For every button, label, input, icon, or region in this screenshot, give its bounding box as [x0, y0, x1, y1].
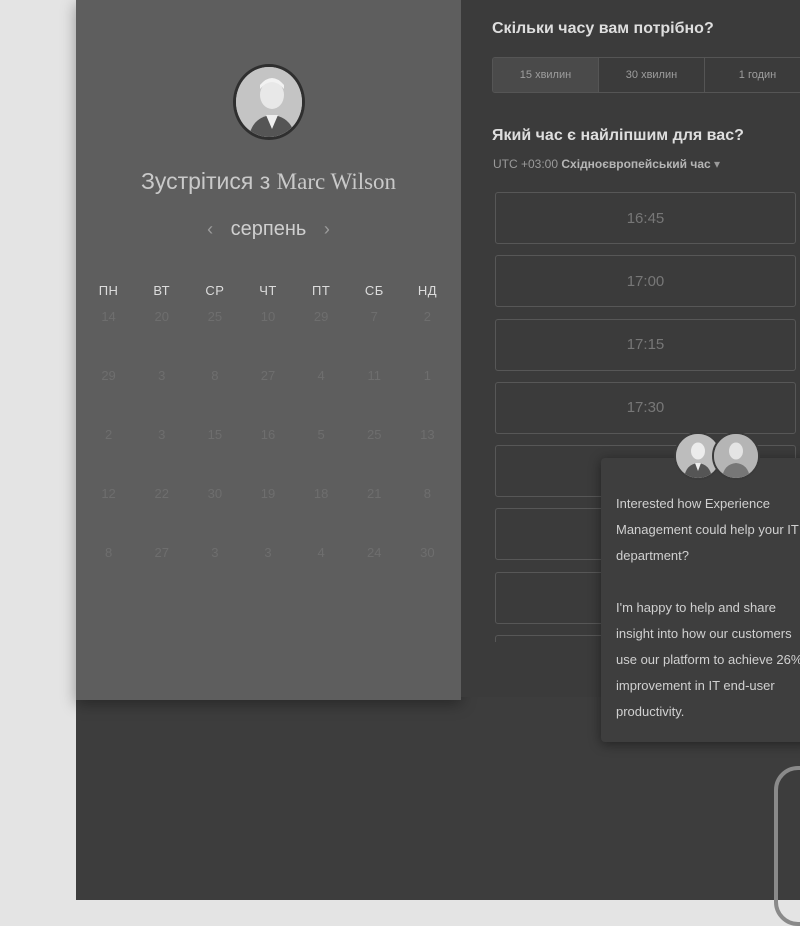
prev-month-button[interactable]: ‹ — [195, 219, 225, 240]
timezone-selector[interactable]: UTC +03:00 Східноєвропейський час ▾ — [493, 157, 720, 171]
calendar-day: 29 — [101, 368, 116, 383]
month-label: серпень — [230, 218, 307, 240]
time-slot[interactable]: 17:00 — [495, 255, 796, 308]
calendar-day: 3 — [211, 545, 219, 560]
weekday-label: СБ — [364, 283, 384, 298]
calendar-day: 8 — [211, 368, 219, 383]
calendar-day: 10 — [260, 309, 276, 324]
calendar-day: 29 — [313, 309, 329, 324]
weekday-label: ПТ — [311, 283, 331, 298]
calendar-day: 18 — [313, 486, 329, 501]
weekday-label: СР — [205, 283, 225, 298]
chat-message-intro: Interested how Experience Management cou… — [616, 496, 799, 563]
chat-agent-avatars — [674, 432, 764, 488]
calendar-day: 1 — [423, 368, 432, 383]
time-question: Який час є найліпшим для вас? — [492, 127, 744, 144]
calendar-day: 2 — [104, 427, 113, 442]
duration-question: Скільки часу вам потрібно? — [492, 20, 714, 37]
calendar-day: 19 — [260, 486, 276, 501]
timezone-name: Східноєвропейський час — [561, 157, 711, 171]
time-slot[interactable]: 17:30 — [495, 381, 796, 434]
weekday-header-row: ПН ВТ СР ЧТ ПТ СБ НД — [82, 283, 454, 303]
calendar-day: 8 — [423, 486, 432, 501]
calendar-day: 24 — [367, 545, 382, 560]
calendar-day: 27 — [260, 368, 276, 383]
calendar-day: 12 — [101, 486, 116, 501]
calendar-day: 4 — [317, 545, 325, 560]
chat-launcher-button[interactable] — [774, 766, 800, 926]
calendar-day: 2 — [423, 309, 432, 324]
calendar-week-row: 14 20 25 10 29 7 2 — [82, 309, 454, 368]
host-avatar — [233, 64, 305, 140]
calendar-day: 3 — [158, 427, 166, 442]
calendar-day: 3 — [158, 368, 166, 383]
chat-message: Interested how Experience Management cou… — [616, 491, 800, 751]
calendar-day: 25 — [207, 309, 223, 324]
calendar-day: 3 — [264, 545, 272, 560]
timezone-offset: UTC +03:00 — [493, 157, 559, 171]
calendar-day: 30 — [207, 486, 223, 501]
duration-option-30[interactable]: 30 хвилин — [599, 58, 705, 92]
duration-option-15[interactable]: 15 хвилин — [493, 58, 599, 92]
calendar-day: 8 — [104, 545, 113, 560]
calendar-day: 20 — [154, 309, 169, 324]
calendar-week-row: 12 22 30 19 18 21 8 — [82, 486, 454, 545]
weekday-label: ВТ — [153, 283, 171, 298]
month-navigation: ‹ серпень › — [76, 218, 461, 241]
time-slot[interactable]: 16:45 — [495, 192, 796, 244]
meeting-title: Зустрітися з Marc Wilson — [76, 168, 461, 195]
calendar-week-row: 8 27 3 3 4 24 30 — [82, 545, 454, 604]
duration-selector: 15 хвилин 30 хвилин 1 годин — [492, 57, 800, 93]
host-name: Marc Wilson — [276, 169, 397, 194]
chevron-down-icon: ▾ — [714, 157, 721, 171]
chat-agent-avatar — [712, 432, 760, 480]
calendar-grid: ПН ВТ СР ЧТ ПТ СБ НД 14 20 25 10 29 7 2 … — [82, 283, 454, 604]
calendar-day: 30 — [420, 545, 435, 560]
weekday-label: ПН — [98, 283, 119, 298]
calendar-day: 14 — [101, 309, 116, 324]
meeting-title-prefix: Зустрітися з — [140, 168, 271, 194]
calendar-day: 11 — [367, 368, 382, 383]
calendar-day: 27 — [154, 545, 169, 560]
calendar-day: 5 — [317, 427, 325, 442]
calendar-day: 25 — [367, 427, 382, 442]
weekday-label: ЧТ — [259, 283, 277, 298]
weekday-label: НД — [417, 283, 438, 298]
calendar-day: 4 — [317, 368, 325, 383]
calendar-day: 21 — [367, 486, 382, 501]
duration-option-60[interactable]: 1 годин — [705, 58, 800, 92]
chat-message-offer: I'm happy to help and share insight into… — [616, 600, 800, 719]
calendar-week-row: 2 3 15 16 5 25 13 — [82, 427, 454, 486]
next-month-button[interactable]: › — [312, 219, 342, 240]
calendar-day: 7 — [370, 309, 378, 324]
calendar-day: 13 — [420, 427, 435, 442]
calendar-day: 16 — [260, 427, 276, 442]
calendar-day: 15 — [207, 427, 223, 442]
time-slot[interactable]: 17:15 — [495, 318, 796, 371]
calendar-day: 22 — [154, 486, 169, 501]
calendar-week-row: 29 3 8 27 4 11 1 — [82, 368, 454, 427]
